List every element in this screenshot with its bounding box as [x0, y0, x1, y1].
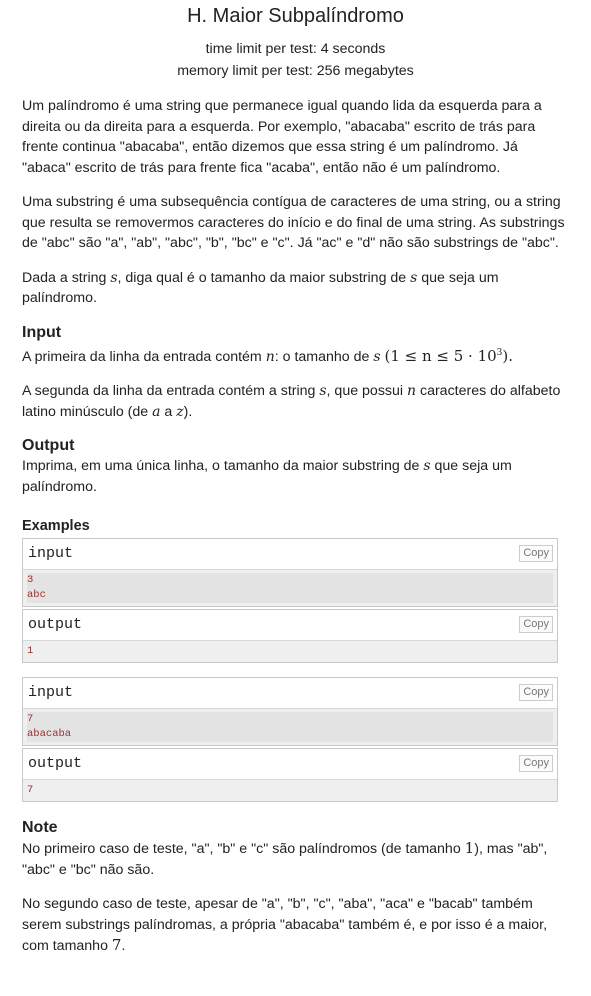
output-line: 1 [27, 645, 34, 657]
math-number: 1 [464, 839, 475, 857]
input-title: Input [22, 323, 62, 341]
example-input-body: 7 abacaba [23, 709, 557, 745]
text: ). [183, 403, 193, 420]
example-output-body: 1 [23, 641, 557, 662]
math-s: s [373, 348, 381, 365]
note-paragraph-2: No segundo caso de teste, apesar de "a",… [22, 894, 569, 957]
text: , que possui [326, 383, 407, 399]
output-line: 7 [27, 784, 34, 796]
input-label: input [28, 684, 74, 701]
math-s: s [319, 383, 327, 399]
example-output-block: output Copy 7 [22, 748, 558, 802]
text: . [121, 938, 126, 954]
example-output-block: output Copy 1 [22, 609, 558, 663]
statement-paragraph-2: Uma substring é uma subsequência contígu… [22, 194, 565, 251]
note-title: Note [22, 819, 58, 836]
text: A segunda da linha da entrada contém a s… [22, 383, 320, 399]
statement-paragraph-3: Dada a string s, diga qual é o tamanho d… [22, 268, 569, 309]
math-n: n [407, 383, 417, 399]
constraint-text: (1 ≤ n ≤ 5 · 10 [384, 346, 497, 365]
text: Dada a string [22, 269, 111, 286]
output-label: output [28, 755, 83, 772]
copy-button[interactable]: Copy [519, 684, 553, 701]
math-s: s [423, 458, 431, 474]
problem-body: Um palíndromo é uma string que permanece… [0, 96, 591, 957]
example-input-block: input Copy 7 abacaba [22, 677, 558, 746]
math-constraint: (1 ≤ n ≤ 5 · 103). [384, 347, 513, 365]
example-input-body: 3 abc [23, 570, 557, 606]
example-input-header: input Copy [23, 678, 557, 709]
limits: time limit per test: 4 seconds memory li… [0, 38, 591, 82]
math-s: s [110, 269, 118, 286]
problem-page: H. Maior Subpalíndromo time limit per te… [0, 4, 591, 996]
text: : o tamanho de [274, 348, 374, 365]
example-output-body: 7 [23, 780, 557, 801]
text: Imprima, em uma única linha, o tamanho d… [22, 458, 424, 474]
output-label: output [28, 616, 83, 633]
note-paragraph-1: No primeiro caso de teste, "a", "b" e "c… [22, 838, 569, 880]
time-limit: time limit per test: 4 seconds [205, 41, 386, 57]
example-output-header: output Copy [23, 749, 557, 780]
problem-title: H. Maior Subpalíndromo [187, 5, 404, 27]
example-input-header: input Copy [23, 539, 557, 570]
example-1: input Copy 3 abc output Copy 1 [22, 538, 558, 663]
statement-paragraph-1: Um palíndromo é uma string que permanece… [22, 98, 542, 176]
example-input-block: input Copy 3 abc [22, 538, 558, 607]
copy-button[interactable]: Copy [519, 616, 553, 633]
input-line: 3 [27, 573, 553, 588]
constraint-end: ). [502, 346, 514, 365]
examples-title: Examples [22, 518, 90, 534]
text: A primeira da linha da entrada contém [22, 348, 266, 365]
input-line: 7 [27, 712, 553, 727]
text: No primeiro caso de teste, "a", "b" e "c… [22, 841, 465, 857]
text: a [160, 403, 177, 420]
input-label: input [28, 545, 74, 562]
text: No segundo caso de teste, apesar de "a",… [22, 896, 548, 954]
example-output-header: output Copy [23, 610, 557, 641]
input-paragraph-1: A primeira da linha da entrada contém n:… [22, 343, 569, 368]
output-title: Output [22, 437, 75, 454]
input-paragraph-2: A segunda da linha da entrada contém a s… [22, 381, 569, 422]
math-z: z [176, 403, 184, 420]
math-n: n [265, 348, 275, 365]
copy-button[interactable]: Copy [519, 545, 553, 562]
text: , diga qual é o tamanho da maior substri… [117, 269, 411, 286]
copy-button[interactable]: Copy [519, 755, 553, 772]
memory-limit: memory limit per test: 256 megabytes [177, 63, 414, 79]
output-paragraph: Imprima, em uma única linha, o tamanho d… [22, 456, 569, 497]
example-2: input Copy 7 abacaba output Copy 7 [22, 677, 558, 802]
input-line: abc [27, 588, 553, 603]
input-line: abacaba [27, 727, 553, 742]
